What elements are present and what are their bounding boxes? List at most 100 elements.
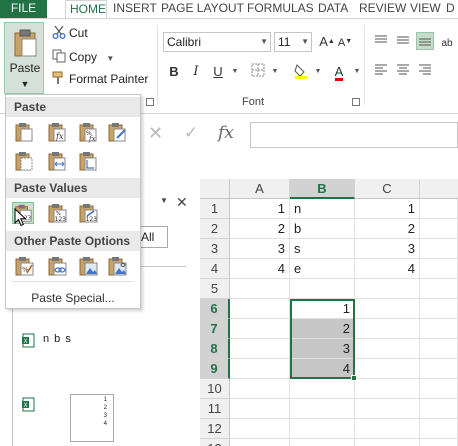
font-name-box[interactable]: Calibri ▼ [163, 32, 271, 52]
row-header[interactable]: 12 [200, 419, 230, 439]
tab-page-layout[interactable]: PAGE LAYOUT [157, 0, 248, 18]
cell-b[interactable] [290, 419, 355, 439]
cell-d[interactable] [420, 339, 458, 359]
cell-d[interactable] [420, 219, 458, 239]
row-header[interactable]: 3 [200, 239, 230, 259]
row-header[interactable]: 13 [200, 439, 230, 446]
row-header[interactable]: 8 [200, 339, 230, 359]
cell-d[interactable] [420, 279, 458, 299]
row-header[interactable]: 10 [200, 379, 230, 399]
cell-d[interactable] [420, 399, 458, 419]
row-header[interactable]: 6 [200, 299, 230, 319]
font-size-box[interactable]: 11 ▼ [274, 32, 312, 52]
align-middle-icon[interactable] [394, 33, 412, 51]
insert-function-icon[interactable]: fx [218, 123, 234, 143]
cell-b[interactable]: s [290, 239, 355, 259]
cell-b[interactable]: b [290, 219, 355, 239]
fill-color-dropdown-icon[interactable]: ▼ [309, 63, 327, 81]
paste-picture-icon[interactable] [77, 255, 99, 277]
font-launcher-icon[interactable] [352, 98, 360, 106]
borders-dropdown-icon[interactable]: ▼ [266, 63, 284, 81]
paste-button[interactable]: Paste ▼ [4, 22, 44, 94]
cell-b[interactable]: e [290, 259, 355, 279]
tab-insert[interactable]: INSERT [109, 0, 161, 18]
copy-dropdown-icon[interactable]: ▼ [106, 54, 114, 63]
close-icon[interactable]: ✕ [176, 194, 188, 211]
tab-data[interactable]: DATA [314, 0, 352, 18]
orientation-icon[interactable]: ab [438, 33, 456, 51]
align-left-icon[interactable] [372, 63, 390, 81]
paste-no-borders-icon[interactable] [13, 150, 35, 172]
paste-icon[interactable] [13, 121, 35, 143]
paste-values-number-format-icon[interactable]: % 123 [46, 202, 68, 224]
tab-formulas[interactable]: FORMULAS [243, 0, 318, 18]
cell-d[interactable] [420, 239, 458, 259]
tab-home[interactable]: HOME [65, 0, 107, 19]
cell-a[interactable] [230, 339, 290, 359]
cell-a[interactable] [230, 359, 290, 379]
clipboard-launcher-icon[interactable] [146, 98, 154, 106]
paste-keep-column-widths-icon[interactable] [46, 150, 68, 172]
underline-dropdown-icon[interactable]: ▼ [226, 63, 244, 81]
cell-b[interactable]: n [290, 199, 355, 219]
bold-icon[interactable]: B [165, 63, 183, 81]
cell-c[interactable]: 2 [355, 219, 420, 239]
copy-button[interactable]: Copy ▼ [52, 48, 114, 66]
cell-c[interactable] [355, 359, 420, 379]
clipboard-item-thumbnail[interactable]: 1 2 3 4 [70, 394, 114, 442]
underline-icon[interactable]: U [209, 63, 227, 81]
cell-a[interactable] [230, 439, 290, 446]
cell-d[interactable] [420, 419, 458, 439]
tab-view[interactable]: VIEW [406, 0, 445, 18]
tab-review[interactable]: REVIEW [355, 0, 410, 18]
row-header[interactable]: 1 [200, 199, 230, 219]
cell-c[interactable] [355, 279, 420, 299]
cell-a[interactable]: 3 [230, 239, 290, 259]
paste-formatting-icon[interactable]: % [13, 255, 35, 277]
cell-a[interactable] [230, 279, 290, 299]
font-color-icon[interactable]: A [330, 63, 348, 81]
enter-icon[interactable]: ✓ [184, 123, 198, 143]
cell-c[interactable]: 3 [355, 239, 420, 259]
align-center-icon[interactable] [394, 63, 412, 81]
row-header[interactable]: 7 [200, 319, 230, 339]
pane-options-icon[interactable]: ▼ [160, 196, 168, 205]
cell-a[interactable]: 1 [230, 199, 290, 219]
fill-color-icon[interactable] [292, 63, 310, 81]
borders-icon[interactable] [249, 63, 267, 81]
cell-a[interactable]: 2 [230, 219, 290, 239]
cell-b[interactable] [290, 439, 355, 446]
cell-d[interactable] [420, 319, 458, 339]
column-header-c[interactable]: C [355, 179, 420, 199]
cell-c[interactable]: 1 [355, 199, 420, 219]
cell-c[interactable] [355, 379, 420, 399]
cell-d[interactable] [420, 379, 458, 399]
tab-d[interactable]: D [442, 0, 458, 18]
paste-keep-source-format-icon[interactable] [106, 121, 128, 143]
tab-file[interactable]: FILE [0, 0, 47, 18]
cell-c[interactable] [355, 319, 420, 339]
cell-c[interactable] [355, 299, 420, 319]
column-header-b[interactable]: B [290, 179, 355, 199]
cell-a[interactable] [230, 299, 290, 319]
cell-d[interactable] [420, 299, 458, 319]
row-header[interactable]: 5 [200, 279, 230, 299]
row-header[interactable]: 2 [200, 219, 230, 239]
cell-c[interactable] [355, 339, 420, 359]
cell-d[interactable] [420, 199, 458, 219]
cancel-icon[interactable]: ✕ [148, 123, 163, 144]
italic-icon[interactable]: I [187, 63, 205, 81]
row-header[interactable]: 9 [200, 359, 230, 379]
column-header-a[interactable]: A [230, 179, 290, 199]
cell-a[interactable] [230, 399, 290, 419]
cell-a[interactable]: 4 [230, 259, 290, 279]
cell-a[interactable] [230, 419, 290, 439]
format-painter-button[interactable]: Format Painter [52, 70, 148, 88]
paste-transpose-icon[interactable] [77, 150, 99, 172]
cell-a[interactable] [230, 379, 290, 399]
shrink-font-icon[interactable]: A▼ [336, 33, 354, 51]
cell-c[interactable] [355, 399, 420, 419]
cell-c[interactable]: 4 [355, 259, 420, 279]
cut-button[interactable]: Cut [52, 24, 88, 42]
cell-d[interactable] [420, 359, 458, 379]
